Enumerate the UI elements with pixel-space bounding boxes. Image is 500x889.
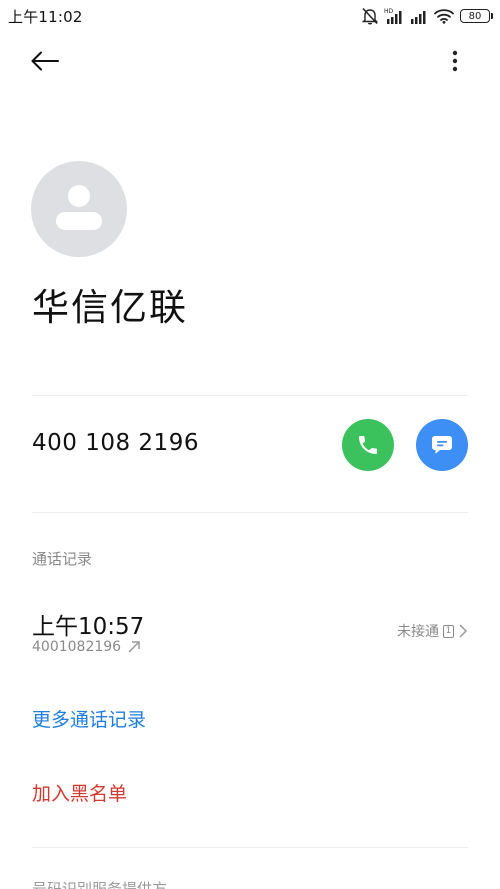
mute-bell-icon [362,7,378,25]
phone-icon [359,436,377,454]
add-to-blacklist-button[interactable]: 加入黑名单 [32,779,127,806]
call-record-number: 4001082196 [32,639,122,655]
sim-badge-icon: 1 [443,624,454,638]
contact-detail-screen: 上午11:02 HD 80 华信亿联 400 108 2196 通话记录 上午1… [0,0,500,889]
more-call-records-link[interactable]: 更多通话记录 [32,705,146,732]
call-record-time: 上午10:57 [32,614,145,640]
more-options-button[interactable] [438,44,472,78]
person-icon [56,185,102,230]
svg-text:HD: HD [384,8,394,15]
call-log-section-title: 通话记录 [32,550,93,568]
call-button[interactable] [342,419,394,471]
more-vertical-icon [452,50,458,72]
call-record-status-group: 未接通 1 [397,621,468,641]
divider [32,512,468,513]
contact-avatar [31,161,127,257]
call-record-number-row: 4001082196 [32,639,141,655]
chevron-right-icon [459,624,468,638]
status-time: 上午11:02 [8,8,83,26]
status-icons: HD 80 [362,5,493,27]
divider [32,395,468,396]
phone-number[interactable]: 400 108 2196 [32,430,199,456]
status-bar: 上午11:02 HD 80 [0,0,500,32]
battery-icon: 80 [460,9,493,23]
signal-icon [410,7,428,25]
wifi-icon [434,8,454,24]
divider [32,847,468,848]
contact-name: 华信亿联 [32,286,188,329]
outgoing-arrow-icon [128,641,140,653]
number-identification-provider-text: 号码识别服务提供方 [32,880,168,889]
call-record-status: 未接通 [397,624,439,640]
hd-signal-icon: HD [384,7,404,25]
arrow-left-icon [31,51,59,71]
chat-bubble-icon [432,436,452,454]
message-button[interactable] [416,419,468,471]
back-button[interactable] [26,45,64,77]
